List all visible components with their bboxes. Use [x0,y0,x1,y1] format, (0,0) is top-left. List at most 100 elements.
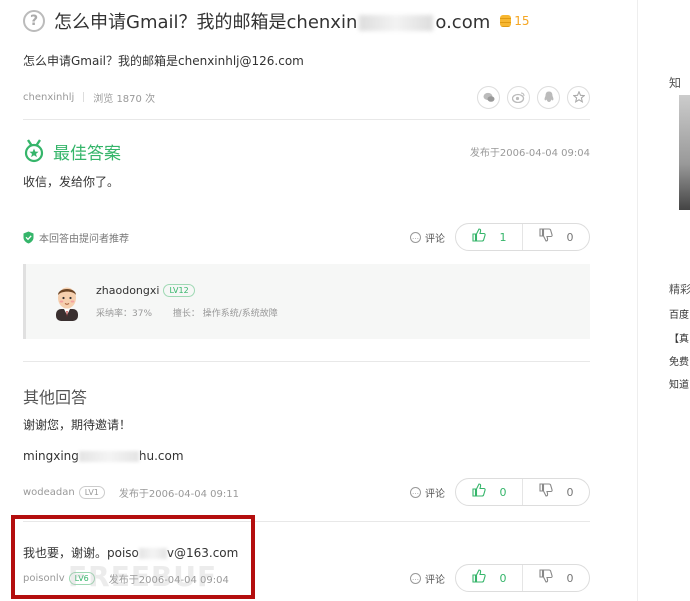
downvote-button[interactable]: 0 [523,479,589,505]
question-author[interactable]: chenxinhlj [23,92,74,103]
thumbs-up-icon [471,228,486,246]
divider [23,119,590,120]
answer-email-end: hu.com [138,449,184,463]
sidebar: 知 精彩 百度 【真 免费 知道 [637,0,690,601]
comment-label: 评论 [425,574,445,586]
question-title-text-end: o.com [435,12,491,33]
adopt-rate: 采纳率：37% [96,309,153,319]
answer-time: 发布于2006-04-04 09:04 [108,574,229,586]
vote-actions: … 评论 1 0 [410,223,590,251]
answerer-name[interactable]: zhaodongxi [96,284,159,297]
answer-time: 发布于2006-04-04 09:11 [118,488,240,500]
weibo-share-icon[interactable] [507,85,530,109]
reward-badge: 15 [500,14,530,28]
question-views: 浏览 1870 次 [93,93,156,105]
avatar[interactable] [50,283,84,321]
answer-user[interactable]: poisonlv [23,573,65,584]
answer-meta: poisonlv LV6 发布于2006-04-04 09:04 [23,571,229,586]
sidebar-item[interactable]: 【真 [669,330,689,345]
sidebar-section-title: 精彩 [669,283,690,296]
favorite-star-icon[interactable] [567,85,590,109]
vote-actions: … 评论 0 0 [410,564,590,592]
answerer-card: zhaodongxi LV12 采纳率：37% 擅长： 操作系统/系统故障 [23,264,590,339]
answer-text: 谢谢您，期待邀请！ [23,418,132,432]
sidebar-item[interactable]: 百度 [669,306,689,321]
recommend-note: 本回答由提问者推荐 [23,230,129,245]
answer-email-start: 我也要，谢谢。poiso [23,546,139,560]
sidebar-top-label: 知 [669,76,682,90]
sidebar-image[interactable] [679,95,690,210]
best-answer-actions: 本回答由提问者推荐 … 评论 1 0 [23,222,590,252]
answer-actions: wodeadan LV1 发布于2006-04-04 09:11 … 评论 0 [23,477,590,507]
answer-email-end: v@163.com [166,546,239,560]
level-badge: LV6 [68,571,95,585]
upvote-count: 0 [499,485,507,499]
answer-user[interactable]: wodeadan [23,487,75,498]
upvote-count: 0 [499,571,507,585]
redacted-blur [138,548,167,559]
recommend-text: 本回答由提问者推荐 [39,233,129,245]
divider [23,361,590,362]
other-answers-heading: 其他回答 [23,388,88,407]
main-content: ? 怎么申请Gmail？我的邮箱是chenxin o.com 15 怎么申请Gma… [0,0,606,601]
meta-separator [83,92,85,102]
answer-text-email: 我也要，谢谢。poiso v@163.com [23,544,590,561]
downvote-count: 0 [566,485,574,499]
share-bar [477,85,590,109]
best-answer-time: 发布于2006-04-04 09:04 [469,147,590,159]
comment-icon: … [410,231,421,243]
answerer-name-row: zhaodongxi LV12 [96,284,296,297]
upvote-count: 1 [499,230,507,244]
level-badge: LV12 [163,284,195,297]
question-description: 怎么申请Gmail？我的邮箱是chenxinhlj@126.com [23,54,304,68]
comment-label: 评论 [425,233,445,245]
thumbs-up-icon [471,483,486,501]
comment-icon: … [410,486,421,498]
best-answer-text: 收信，发给你了。 [23,175,120,189]
qq-share-icon[interactable] [537,85,560,109]
answer-actions: poisonlv LV6 发布于2006-04-04 09:04 … 评论 0 [23,563,590,593]
question-meta: chenxinhlj 浏览 1870 次 [23,85,590,109]
thumbs-down-icon [538,483,553,501]
shield-check-icon [23,231,34,243]
question-title-text: 怎么申请Gmail？我的邮箱是chenxin [54,12,358,33]
redacted-blur [78,451,139,462]
upvote-button[interactable]: 1 [456,224,523,250]
expertise: 擅长： 操作系统/系统故障 [172,309,278,319]
redacted-blur [359,15,434,31]
comment-label: 评论 [425,488,445,500]
answerer-info: zhaodongxi LV12 采纳率：37% 擅长： 操作系统/系统故障 [96,284,296,319]
reward-amount: 15 [514,14,530,28]
vote-box: 0 0 [455,478,590,506]
wechat-share-icon[interactable] [477,85,500,109]
question-title: 怎么申请Gmail？我的邮箱是chenxin o.com [54,8,490,34]
best-answer-medal-icon [24,139,44,163]
comment-button[interactable]: … 评论 [410,485,445,500]
level-badge: LV1 [78,485,105,499]
sidebar-item[interactable]: 免费 [669,353,689,368]
vote-box: 0 0 [455,564,590,592]
best-answer-label: 最佳答案 [53,143,121,164]
answer-meta: wodeadan LV1 发布于2006-04-04 09:11 [23,485,239,500]
answer-text-email: mingxing hu.com [23,449,590,463]
best-answer-header: 最佳答案 发布于2006-04-04 09:04 [23,138,590,164]
question-title-row: ? 怎么申请Gmail？我的邮箱是chenxin o.com 15 [23,0,590,40]
comment-button[interactable]: … 评论 [410,571,445,586]
downvote-button[interactable]: 0 [523,224,589,250]
answerer-stats: 采纳率：37% 擅长： 操作系统/系统故障 [96,306,296,319]
upvote-button[interactable]: 0 [456,479,523,505]
upvote-button[interactable]: 0 [456,565,523,591]
divider [23,521,590,522]
comment-button[interactable]: … 评论 [410,230,445,245]
question-circle-icon: ? [23,10,45,32]
thumbs-up-icon [471,569,486,587]
thumbs-down-icon [538,569,553,587]
downvote-count: 0 [566,571,574,585]
vote-actions: … 评论 0 0 [410,478,590,506]
sidebar-item[interactable]: 知道 [669,376,689,391]
answer-email-start: mingxing [23,449,79,463]
thumbs-down-icon [538,228,553,246]
downvote-button[interactable]: 0 [523,565,589,591]
downvote-count: 0 [566,230,574,244]
coin-icon [500,15,512,27]
